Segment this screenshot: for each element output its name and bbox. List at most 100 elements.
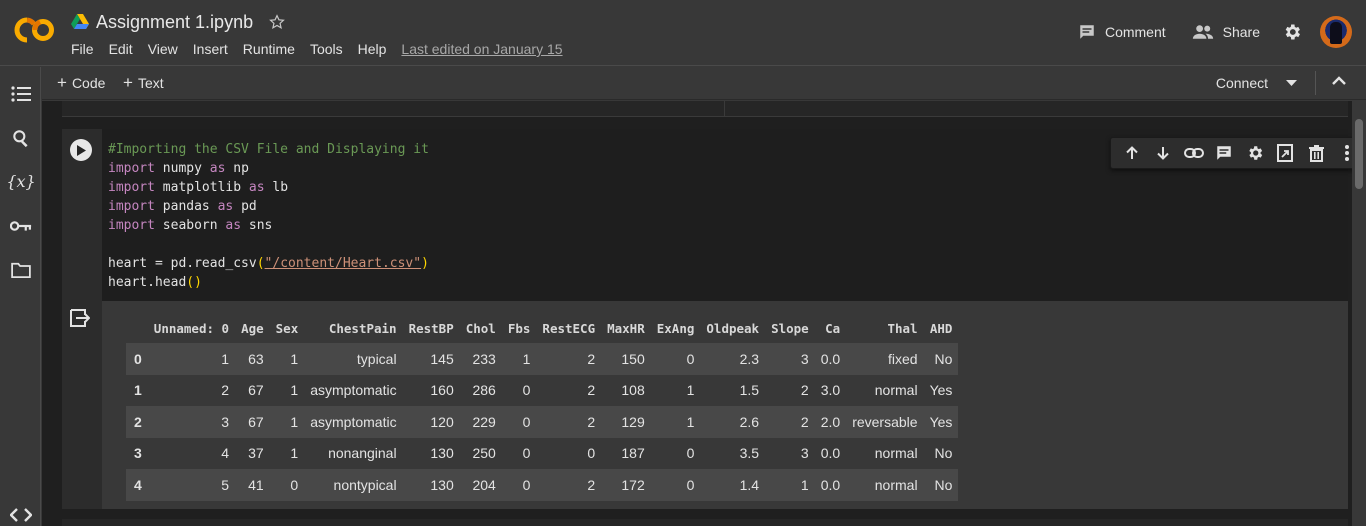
mirror-cell-icon[interactable] [1270, 139, 1301, 167]
table-cell: 0 [522, 382, 531, 399]
settings-gear-icon[interactable] [1282, 22, 1302, 42]
table-row: 4 5 41 0 nontypical 130 204 0 2 172 0 1.4 1 0.0 normal… [126, 469, 959, 501]
code-paren: () [186, 275, 202, 290]
variables-icon[interactable]: {x} [6, 170, 35, 192]
table-cell: 0 [587, 445, 596, 462]
table-cell: 5 [147, 469, 236, 501]
more-icon[interactable] [1331, 139, 1352, 167]
table-cell: 0 [269, 469, 305, 501]
settings-icon[interactable] [1240, 139, 1271, 167]
table-cell: 150 [601, 343, 651, 375]
move-up-icon[interactable] [1117, 139, 1148, 167]
table-cell: 0 [686, 445, 695, 462]
menu-insert[interactable]: Insert [193, 41, 228, 57]
menu-runtime[interactable]: Runtime [243, 41, 295, 57]
code-alias: sns [241, 218, 273, 233]
table-cell: 0.0 [814, 469, 847, 501]
row-index: 0 [126, 343, 148, 375]
table-cell: 233 [459, 343, 502, 375]
code-text[interactable]: #Importing the CSV File and Displaying i… [108, 140, 429, 292]
table-cell: nonanginal [328, 445, 397, 462]
table-cell: 1.4 [700, 469, 766, 501]
column-header: AHD [929, 320, 953, 336]
app-header: Assignment 1.ipynb File Edit View Insert… [0, 0, 1366, 66]
code-module: seaborn [154, 218, 226, 233]
table-cell: typical [304, 343, 403, 375]
link-icon[interactable] [1178, 139, 1209, 167]
files-folder-icon[interactable] [10, 259, 32, 281]
toolbar-divider [1315, 71, 1316, 95]
column-header: ChestPain [328, 320, 397, 336]
column-header: ExAng [656, 320, 695, 336]
table-cell: 1 [765, 469, 815, 501]
scrollbar[interactable] [1352, 101, 1366, 526]
table-cell: 145 [402, 343, 460, 375]
scrollbar-thumb[interactable] [1355, 119, 1363, 189]
user-avatar[interactable] [1320, 16, 1352, 48]
share-button[interactable]: Share [1192, 23, 1260, 41]
last-edited-link[interactable]: Last edited on January 15 [401, 41, 562, 57]
code-alias: np [225, 161, 249, 176]
table-cell: 3 [765, 343, 815, 375]
menu-help[interactable]: Help [358, 41, 387, 57]
table-header-row: Unnamed: 0 Age Sex ChestPain RestBP Chol Fbs Re… [126, 313, 958, 343]
table-cell: 0.0 [814, 343, 847, 375]
code-module: pandas [154, 199, 218, 214]
output-icon[interactable] [70, 309, 90, 327]
next-cell[interactable] [62, 519, 1348, 526]
add-code-button[interactable]: + Code [57, 73, 106, 92]
search-icon[interactable] [10, 127, 32, 149]
add-text-button[interactable]: + Text [123, 74, 164, 91]
table-cell: 250 [472, 445, 496, 462]
code-keyword: as [248, 180, 265, 195]
secrets-key-icon[interactable] [10, 215, 32, 237]
colab-logo[interactable] [14, 16, 56, 44]
plus-icon: + [57, 73, 67, 92]
menu-file[interactable]: File [71, 41, 94, 57]
table-cell: 129 [601, 406, 651, 438]
menu-edit[interactable]: Edit [109, 41, 133, 57]
table-cell: 0 [501, 469, 537, 501]
table-cell: 1 [290, 445, 299, 462]
table-cell: normal [846, 469, 924, 501]
table-cell: fixed [846, 343, 924, 375]
table-cell: 2.0 [814, 406, 847, 438]
connect-button[interactable]: Connect [1216, 75, 1268, 91]
star-icon[interactable] [269, 14, 285, 30]
table-cell: 172 [601, 469, 651, 501]
chevron-up-icon[interactable] [1332, 76, 1346, 85]
code-cell[interactable]: #Importing the CSV File and Displaying i… [62, 129, 1352, 509]
table-cell: normal [874, 382, 918, 399]
table-cell: 130 [402, 469, 460, 501]
run-cell-button[interactable] [70, 139, 92, 161]
table-cell: 0 [522, 445, 531, 462]
notebook-toolbar: + Code + Text Connect [42, 67, 1366, 100]
notebook-title[interactable]: Assignment 1.ipynb [96, 12, 253, 33]
code-snippets-icon[interactable] [10, 504, 32, 526]
column-header: Fbs [507, 320, 531, 336]
table-cell: 41 [235, 469, 270, 501]
column-header: Unnamed: 0 [153, 320, 230, 336]
table-cell: 67 [235, 406, 270, 438]
table-cell: No [923, 343, 959, 375]
comment-button[interactable]: Comment [1078, 23, 1166, 41]
move-down-icon[interactable] [1148, 139, 1179, 167]
code-paren: ( [256, 256, 265, 271]
menu-tools[interactable]: Tools [310, 41, 343, 57]
table-cell: nontypical [304, 469, 403, 501]
table-cell: 3.5 [739, 445, 760, 462]
table-cell: 160 [430, 382, 454, 399]
table-cell: 0 [650, 469, 701, 501]
column-header: RestECG [542, 320, 596, 336]
delete-icon[interactable] [1301, 139, 1332, 167]
table-cell: 0 [501, 406, 537, 438]
google-drive-icon[interactable] [71, 14, 89, 30]
table-cell: 1 [269, 343, 305, 375]
comment-icon[interactable] [1209, 139, 1240, 167]
table-cell: No [934, 445, 953, 462]
menu-view[interactable]: View [148, 41, 178, 57]
previous-cell[interactable] [62, 101, 1348, 117]
add-code-label: Code [71, 75, 106, 91]
table-of-contents-icon[interactable] [10, 83, 32, 105]
chevron-down-icon[interactable] [1286, 80, 1297, 86]
